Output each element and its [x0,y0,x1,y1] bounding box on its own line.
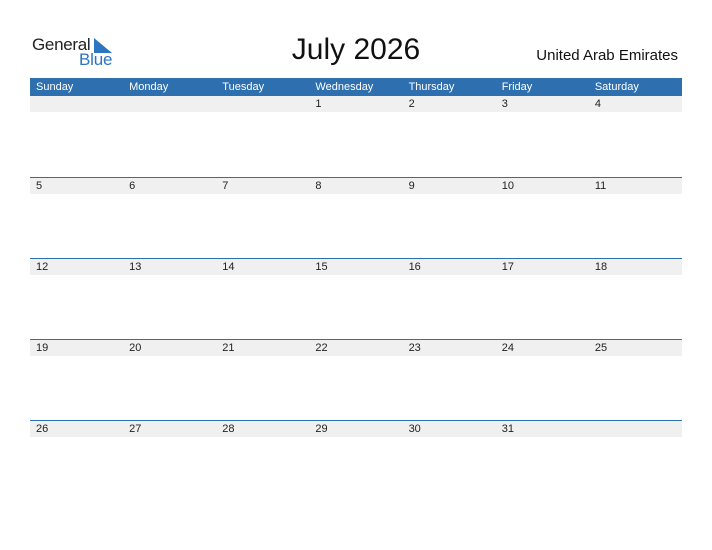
day-cell [589,421,682,437]
day-cell: 3 [501,98,508,110]
date-strip: 1 2 3 4 [30,96,682,112]
day-cell: 19 [36,342,49,354]
day-cell: 22 [315,342,328,354]
day-cell: 15 [315,261,328,273]
day-cell: 26 [36,423,49,435]
day-cell: 9 [408,180,415,192]
day-cell: 29 [315,423,328,435]
weekday-thursday: Thursday [408,81,455,93]
day-cell: 11 [594,180,607,192]
day-cell: 27 [129,423,142,435]
day-cell: 6 [129,180,136,192]
weekday-friday: Friday [501,81,533,93]
day-cell: 23 [408,342,421,354]
day-cell: 18 [594,261,608,273]
week-row: 12 13 14 15 16 17 18 [30,258,682,339]
weekday-tuesday: Tuesday [222,81,265,93]
date-strip: 12 13 14 15 16 17 18 [30,259,682,275]
week-row: 1 2 3 4 [30,96,682,177]
day-cell: 24 [501,342,514,354]
week-row: 19 20 21 22 23 24 25 [30,339,682,420]
day-cell: 1 [315,98,322,110]
day-cell: 20 [129,342,142,354]
day-cell: 5 [36,180,43,192]
day-cell: 8 [315,180,322,192]
date-strip: 5 6 7 8 9 10 11 [30,178,682,194]
weekday-monday: Monday [129,81,169,93]
day-cell [123,96,216,112]
week-row: 5 6 7 8 9 10 11 [30,177,682,258]
weekday-header: Sunday Monday Tuesday Wednesday Thursday… [30,78,682,96]
day-cell: 16 [408,261,421,273]
week-row: 26 27 28 29 30 31 [30,420,682,501]
day-cell: 28 [222,423,235,435]
day-cell: 7 [222,180,229,192]
weeks-container: 1 2 3 4 5 6 7 8 9 10 11 12 13 14 15 16 17 18 19 20 21 22 23 24 2… [30,96,682,501]
date-strip: 19 20 21 22 23 24 25 [30,340,682,356]
day-cell: 25 [594,342,608,354]
day-cell [30,96,123,112]
day-cell: 12 [36,261,49,273]
day-cell: 21 [222,342,235,354]
weekday-saturday: Saturday [594,81,639,93]
day-cell: 14 [222,261,235,273]
calendar: Sunday Monday Tuesday Wednesday Thursday… [30,78,682,501]
day-cell: 13 [129,261,142,273]
day-cell: 31 [501,423,514,435]
weekday-sunday: Sunday [36,81,74,93]
day-cell: 10 [501,180,514,192]
day-cell: 17 [501,261,514,273]
day-cell: 2 [408,98,415,110]
day-cell [216,96,309,112]
weekday-wednesday: Wednesday [315,81,374,93]
country-label: United Arab Emirates [536,47,678,64]
day-cell: 4 [594,98,601,110]
day-cell: 30 [408,423,421,435]
date-strip: 26 27 28 29 30 31 [30,421,682,437]
